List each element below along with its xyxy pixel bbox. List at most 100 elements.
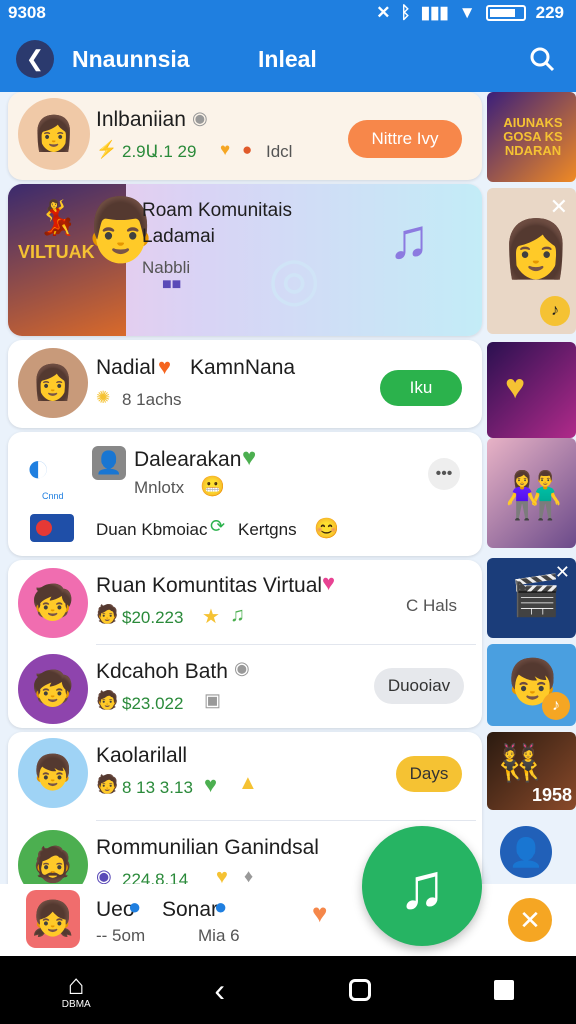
side-profile-card[interactable]: 👩 ✕ ♪: [487, 188, 576, 334]
music-note-icon: ♪: [540, 296, 570, 326]
community-footer: Duan Kbmoiac: [96, 520, 208, 539]
side-thumbnail[interactable]: 👯 1958: [487, 732, 576, 810]
banner-subtitle: Ladamai: [142, 226, 215, 247]
heart-icon: ♥: [158, 354, 172, 379]
close-icon[interactable]: ✕: [550, 194, 568, 220]
player-title-2: Sonar: [162, 898, 219, 921]
side-thumbnail[interactable]: ♥: [487, 342, 576, 438]
mute-icon: ✕: [376, 3, 391, 22]
community-name[interactable]: Rommunilian Ganindsal: [96, 836, 319, 860]
community-side-label: C Hals: [406, 596, 458, 615]
dancer-icon: 💃: [36, 199, 79, 237]
home-label: DBMA: [61, 998, 91, 1010]
more-dots-icon: •••: [435, 465, 453, 482]
featured-banner[interactable]: VILTUAK 💃 👨 Roam Komunitais Ladamai Nabb…: [8, 184, 482, 336]
divider: [96, 644, 476, 645]
join-button[interactable]: Iku: [380, 370, 462, 406]
community-name: Dalearakan: [134, 448, 242, 471]
back-button[interactable]: ❮: [16, 40, 54, 78]
chat-bubble-icon: ●: [214, 894, 228, 919]
search-button[interactable]: [524, 41, 560, 77]
community-card[interactable]: ◐ Cnnd 👤 Dalearakan ♥ Mnlotx 😬 ••• Duan …: [8, 432, 482, 556]
system-nav-bar: ⌂ DBMA ‹: [0, 956, 576, 1024]
join-button[interactable]: Nittre Ivy: [348, 120, 462, 158]
home-nav-button[interactable]: ⌂ DBMA: [61, 968, 91, 1010]
community-stats-extra: Idcl: [266, 142, 293, 161]
app-title: Nnaunnsia: [72, 45, 190, 72]
chevron-left-icon: ‹: [214, 971, 225, 1008]
mini-player[interactable]: 👧 Ueo ● Sonar ● -- 5om Mia 6 ♥: [0, 884, 576, 956]
woman-avatar-icon: 👩: [31, 364, 75, 402]
promo-text: AIUNAKS GOSA KS NDARAN: [503, 115, 563, 158]
community-card[interactable]: 👩 Nadial ♥ KamnNana ✺ 8 1achs Iku: [8, 340, 482, 428]
community-stats: 2.9Ա.1 29: [122, 142, 197, 161]
arrow-left-icon: ❮: [25, 46, 45, 71]
app-subtitle[interactable]: Inleal: [258, 46, 524, 73]
verified-icon: ◉: [234, 658, 250, 678]
community-name: Nadial: [96, 356, 156, 379]
recent-apps-button[interactable]: [494, 980, 515, 1000]
status-clock: 229: [535, 3, 564, 22]
side-thumbnail[interactable]: 👫: [487, 438, 576, 548]
banner-tag: Nabbli: [142, 258, 191, 277]
refresh-icon: ⟳: [210, 516, 226, 536]
community-footer-2: Kertgns: [238, 520, 297, 539]
community-logo: ◐ Cnnd: [26, 446, 64, 501]
join-button[interactable]: Days: [396, 756, 462, 792]
home-system-button[interactable]: [348, 979, 371, 1001]
emoji-icon: 😊: [314, 518, 339, 540]
small-badge-icon: ■■: [162, 276, 182, 293]
chat-bubble-icon: ●: [128, 894, 142, 919]
heart-icon: ♥: [322, 570, 336, 595]
heart-icon: ♥: [204, 772, 218, 797]
community-name[interactable]: Ruan Komuntitas Virtual: [96, 574, 322, 598]
avatar: 🧒: [18, 654, 88, 724]
side-promo[interactable]: AIUNAKS GOSA KS NDARAN: [487, 92, 576, 182]
avatar: 👦: [18, 738, 88, 808]
user-icon: 👤: [508, 836, 544, 868]
app-bar: ❮ Nnaunnsia Inleal: [0, 26, 576, 92]
music-fab-button[interactable]: ♫: [362, 826, 482, 946]
close-icon: ✕: [519, 904, 541, 935]
cartoon-avatar-icon: 👧: [31, 900, 75, 938]
side-thumbnail[interactable]: 🎬 ✕: [487, 558, 576, 638]
bluetooth-icon: ᛒ: [400, 3, 411, 22]
divider: [96, 820, 476, 821]
side-badge: 1958: [531, 785, 572, 805]
emoji-icon: 😬: [200, 476, 225, 498]
community-name[interactable]: Kdcahoh Bath: [96, 660, 228, 684]
community-card[interactable]: 👩 Inlbaniian ◉ ⚡ 2.9Ա.1 29 ♥ ● Idcl Nitt…: [8, 92, 482, 180]
user-emoji-icon: 🧑: [96, 604, 119, 624]
side-thumbnail[interactable]: 👦 ♪: [487, 644, 576, 726]
back-nav-button[interactable]: ‹: [214, 972, 225, 1009]
status-time: 9308: [8, 3, 46, 22]
close-icon[interactable]: ✕: [555, 562, 570, 583]
person-icon: 👤: [95, 450, 123, 475]
avatar: 👩: [18, 348, 88, 418]
community-name[interactable]: Kaolarilall: [96, 744, 187, 768]
star-icon: ★: [202, 606, 220, 628]
profile-button[interactable]: 👤: [500, 826, 552, 878]
heart-icon[interactable]: ♥: [312, 898, 327, 929]
bird-logo-icon: ◐: [26, 446, 51, 490]
close-player-button[interactable]: ✕: [508, 898, 552, 942]
flag-icon: [30, 514, 74, 542]
status-icons: ✕ ᛒ ▮▮▮ ▼ 229: [376, 3, 564, 23]
join-button[interactable]: Duooiav: [374, 668, 464, 704]
community-stats: $20.223: [122, 608, 184, 627]
player-time-2: Mia 6: [198, 926, 240, 945]
more-button[interactable]: •••: [428, 458, 460, 490]
user-emoji-icon: 🧑: [96, 774, 119, 794]
cartoon-avatar-icon: 🧔: [31, 846, 75, 884]
flash-icon: ⚡: [96, 140, 118, 159]
home-icon: ⌂: [67, 968, 85, 1000]
avatar: 🧒: [18, 568, 88, 638]
community-sub: Mnlotx: [134, 478, 185, 497]
player-time: -- 5om: [96, 926, 146, 945]
cartoon-avatar-icon: 🧒: [31, 670, 75, 708]
community-stats: 8 13 3.13: [122, 778, 193, 797]
people-icon: 👯: [497, 742, 542, 783]
heart-icon: ♥: [220, 140, 231, 159]
sun-icon: ✺: [96, 388, 111, 407]
user-emoji-icon: 🧑: [96, 690, 119, 710]
